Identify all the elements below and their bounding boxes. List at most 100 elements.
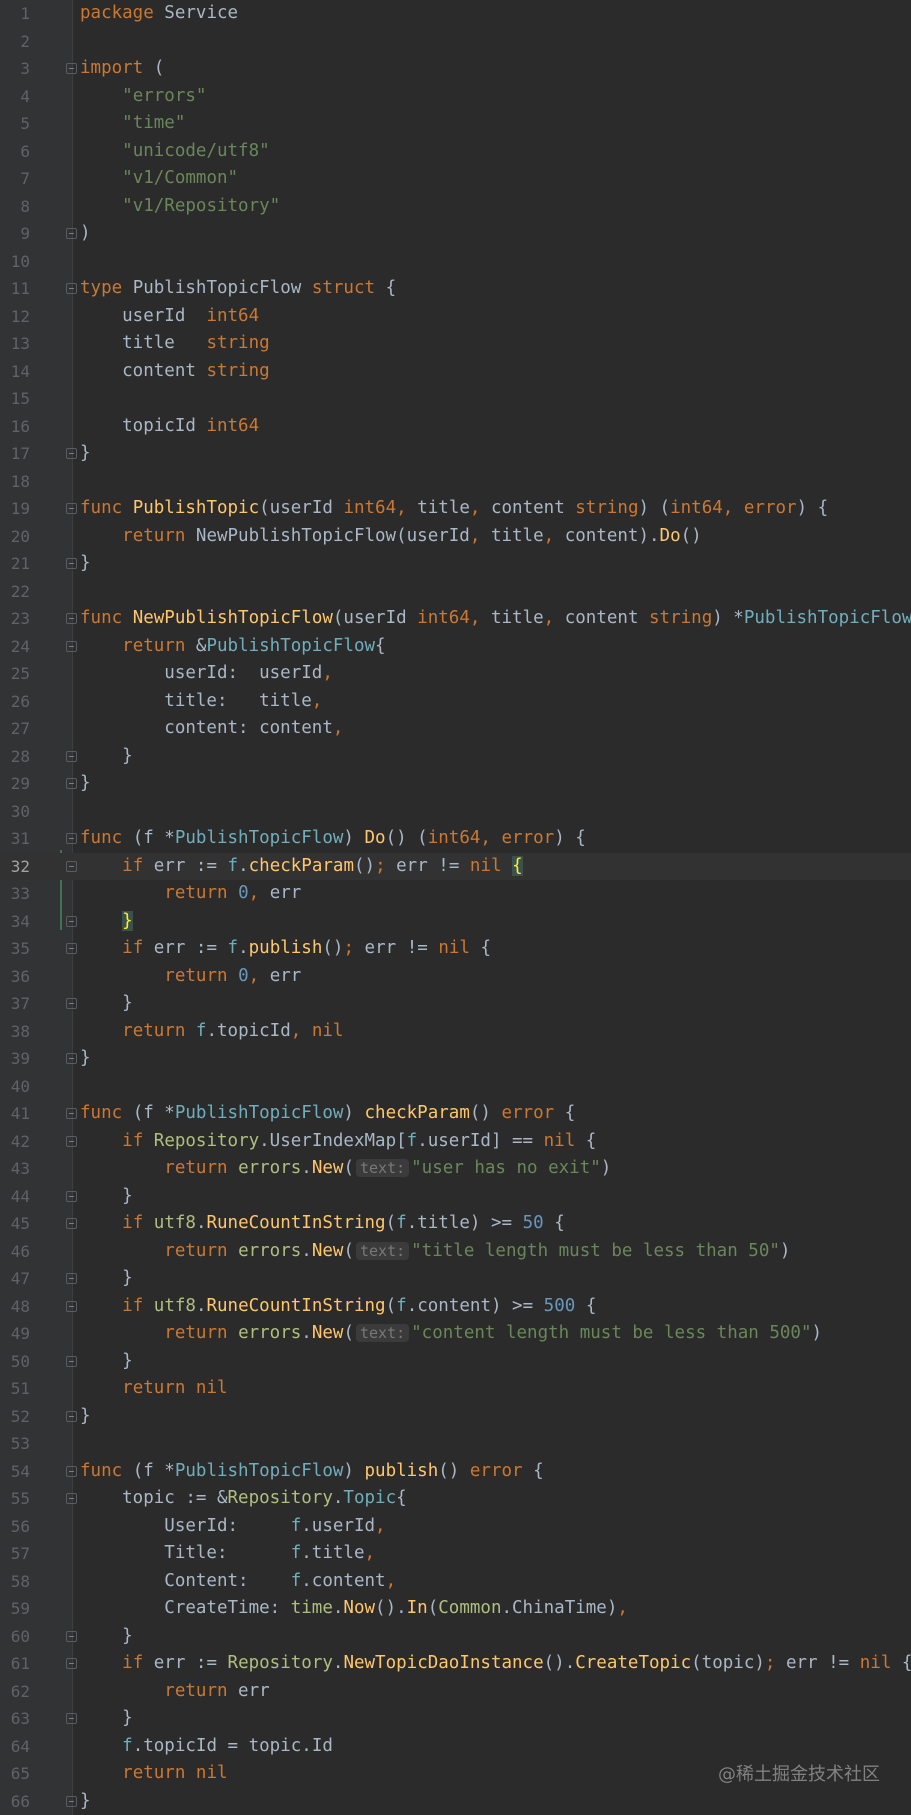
code-line[interactable]: 55 topic := &Repository.Topic{ — [0, 1485, 911, 1513]
code-text[interactable]: func (f *PublishTopicFlow) publish() err… — [80, 1458, 544, 1486]
fold-toggle-icon[interactable] — [66, 750, 77, 762]
line-number[interactable]: 6 — [0, 138, 30, 166]
fold-toggle-icon[interactable] — [66, 1630, 77, 1642]
code-line[interactable]: 48 if utf8.RuneCountInString(f.content) … — [0, 1293, 911, 1321]
line-number[interactable]: 62 — [0, 1678, 30, 1706]
line-number[interactable]: 46 — [0, 1238, 30, 1266]
line-number[interactable]: 16 — [0, 413, 30, 441]
code-text[interactable]: return f.topicId, nil — [80, 1018, 343, 1046]
code-line[interactable]: 25 userId: userId, — [0, 660, 911, 688]
code-text[interactable]: } — [80, 440, 91, 468]
code-line[interactable]: 27 content: content, — [0, 715, 911, 743]
code-text[interactable]: ) — [80, 220, 91, 248]
code-text[interactable]: type PublishTopicFlow struct { — [80, 275, 396, 303]
line-number[interactable]: 53 — [0, 1430, 30, 1458]
line-number[interactable]: 31 — [0, 825, 30, 853]
line-number[interactable]: 41 — [0, 1100, 30, 1128]
code-line[interactable]: 54 func (f *PublishTopicFlow) publish() e… — [0, 1458, 911, 1486]
line-number[interactable]: 17 — [0, 440, 30, 468]
line-number[interactable]: 61 — [0, 1650, 30, 1678]
code-line[interactable]: 29} — [0, 770, 911, 798]
line-number[interactable]: 66 — [0, 1788, 30, 1815]
code-text[interactable]: } — [80, 1265, 133, 1293]
code-line[interactable]: 5 "time" — [0, 110, 911, 138]
code-line[interactable]: 42 if Repository.UserIndexMap[f.userId] … — [0, 1128, 911, 1156]
fold-toggle-icon[interactable] — [66, 943, 77, 954]
code-text[interactable]: } — [80, 1623, 133, 1651]
code-line[interactable]: 63 } — [0, 1705, 911, 1733]
line-number[interactable]: 30 — [0, 798, 30, 826]
fold-toggle-icon[interactable] — [66, 1108, 77, 1119]
line-number[interactable]: 59 — [0, 1595, 30, 1623]
code-line[interactable]: 2 — [0, 28, 911, 56]
code-line[interactable]: 24 return &PublishTopicFlow{ — [0, 633, 911, 661]
code-text[interactable]: "errors" — [80, 83, 206, 111]
line-number[interactable]: 13 — [0, 330, 30, 358]
line-number[interactable]: 58 — [0, 1568, 30, 1596]
line-number[interactable]: 12 — [0, 303, 30, 331]
fold-toggle-icon[interactable] — [66, 915, 77, 927]
line-number[interactable]: 22 — [0, 578, 30, 606]
code-line[interactable]: 16 topicId int64 — [0, 413, 911, 441]
code-line[interactable]: 30 — [0, 798, 911, 826]
line-number[interactable]: 36 — [0, 963, 30, 991]
line-number[interactable]: 39 — [0, 1045, 30, 1073]
code-text[interactable]: if Repository.UserIndexMap[f.userId] == … — [80, 1128, 596, 1156]
line-number[interactable]: 45 — [0, 1210, 30, 1238]
line-number[interactable]: 54 — [0, 1458, 30, 1486]
code-line[interactable]: 41 func (f *PublishTopicFlow) checkParam(… — [0, 1100, 911, 1128]
code-line[interactable]: 45 if utf8.RuneCountInString(f.title) >=… — [0, 1210, 911, 1238]
fold-toggle-icon[interactable] — [66, 283, 77, 294]
line-number[interactable]: 34 — [0, 908, 30, 936]
fold-toggle-icon[interactable] — [66, 1300, 77, 1312]
line-number[interactable]: 9 — [0, 220, 30, 248]
fold-toggle-icon[interactable] — [66, 1190, 77, 1202]
line-number[interactable]: 24 — [0, 633, 30, 661]
code-text[interactable]: } — [80, 990, 133, 1018]
line-number[interactable]: 18 — [0, 468, 30, 496]
code-text[interactable]: if utf8.RuneCountInString(f.title) >= 50… — [80, 1210, 565, 1238]
line-number[interactable]: 37 — [0, 990, 30, 1018]
line-number[interactable]: 11 — [0, 275, 30, 303]
code-text[interactable]: if err := Repository.NewTopicDaoInstance… — [80, 1650, 911, 1678]
line-number[interactable]: 57 — [0, 1540, 30, 1568]
code-line[interactable]: 62 return err — [0, 1678, 911, 1706]
line-number[interactable]: 25 — [0, 660, 30, 688]
fold-toggle-icon[interactable] — [66, 1135, 77, 1147]
code-line[interactable]: 43 return errors.New(text: "user has no e… — [0, 1155, 911, 1183]
line-number[interactable]: 48 — [0, 1293, 30, 1321]
code-text[interactable]: } — [80, 908, 133, 936]
code-text[interactable]: "v1/Common" — [80, 165, 238, 193]
code-line[interactable]: 23 func NewPublishTopicFlow(userId int64,… — [0, 605, 911, 633]
line-number[interactable]: 63 — [0, 1705, 30, 1733]
code-text[interactable]: content string — [80, 358, 270, 386]
code-text[interactable]: } — [80, 1045, 91, 1073]
fold-toggle-icon[interactable] — [66, 613, 77, 624]
code-line[interactable]: 1 package Service — [0, 0, 911, 28]
fold-toggle-icon[interactable] — [66, 558, 77, 569]
line-number[interactable]: 26 — [0, 688, 30, 716]
code-line[interactable]: 35 if err := f.publish(); err != nil { — [0, 935, 911, 963]
code-line[interactable]: 39} — [0, 1045, 911, 1073]
fold-toggle-icon[interactable] — [66, 998, 77, 1009]
code-line[interactable]: 18 — [0, 468, 911, 496]
code-text[interactable]: func NewPublishTopicFlow(userId int64, t… — [80, 605, 911, 633]
code-editor[interactable]: 1 package Service 2 3 import (4 "errors" 5 "t… — [0, 0, 911, 1815]
code-text[interactable]: package Service — [80, 0, 238, 28]
code-text[interactable]: return err — [80, 1678, 269, 1706]
fold-toggle-icon[interactable] — [66, 1713, 77, 1724]
code-line[interactable]: 20 return NewPublishTopicFlow(userId, ti… — [0, 523, 911, 551]
line-number[interactable]: 40 — [0, 1073, 30, 1101]
code-line[interactable]: 14 content string — [0, 358, 911, 386]
code-text[interactable]: } — [80, 1788, 91, 1815]
line-number[interactable]: 23 — [0, 605, 30, 633]
fold-toggle-icon[interactable] — [66, 1355, 77, 1367]
line-number[interactable]: 52 — [0, 1403, 30, 1431]
code-text[interactable]: CreateTime: time.Now().In(Common.ChinaTi… — [80, 1595, 628, 1623]
code-line[interactable]: 31 func (f *PublishTopicFlow) Do() (int64… — [0, 825, 911, 853]
code-text[interactable]: title string — [80, 330, 270, 358]
code-line[interactable]: 38 return f.topicId, nil — [0, 1018, 911, 1046]
code-line[interactable]: 58 Content: f.content, — [0, 1568, 911, 1596]
code-line[interactable]: 15 — [0, 385, 911, 413]
line-number[interactable]: 20 — [0, 523, 30, 551]
